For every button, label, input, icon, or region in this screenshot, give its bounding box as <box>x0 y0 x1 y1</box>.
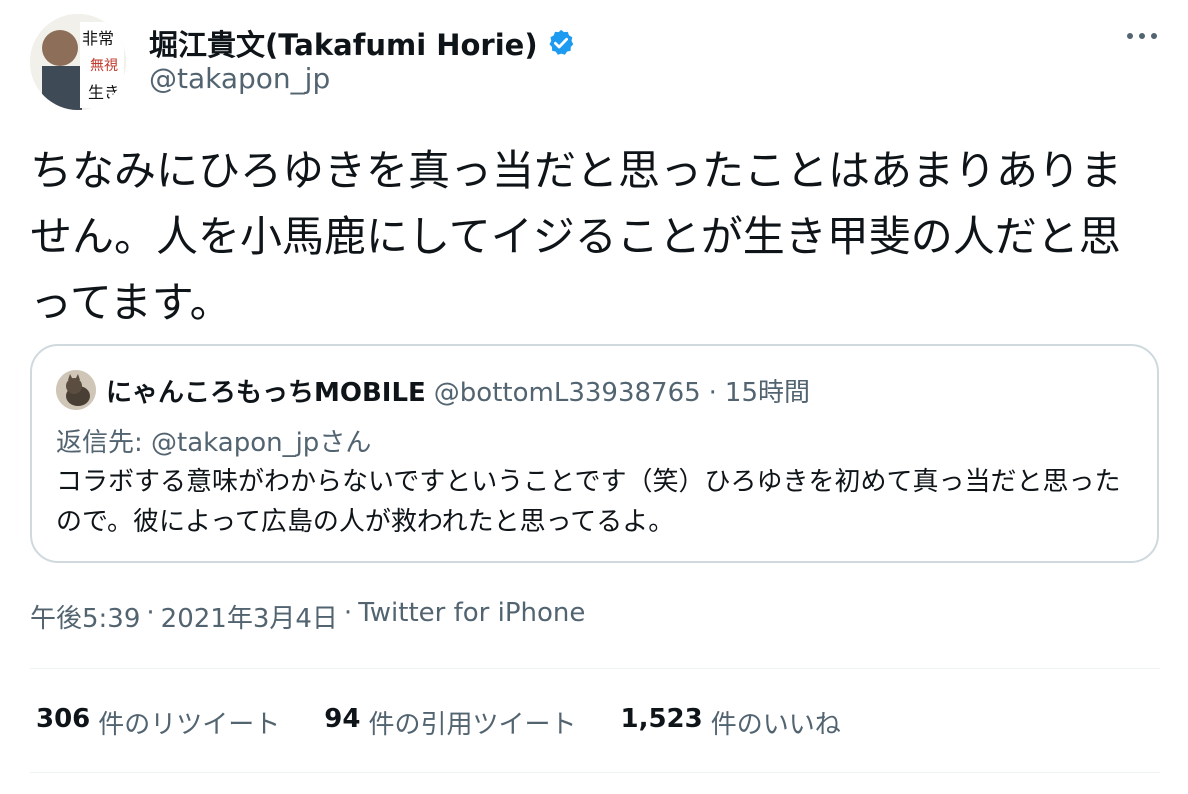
author-avatar[interactable]: 非常 無視 生き <box>30 14 126 110</box>
verified-badge-icon <box>546 28 576 58</box>
quote-header: にゃんころもっちMOBILE @bottomL33938765 · 15時間 <box>106 372 810 409</box>
quote-author-avatar <box>56 370 96 410</box>
author-handle[interactable]: @takapon_jp <box>149 62 330 95</box>
reply-prefix: 返信先: <box>56 428 152 458</box>
quotes-count: 94 <box>324 704 361 734</box>
engagement-stats: 306 件のリツイート 94 件の引用ツイート 1,523 件のいいね <box>36 704 841 741</box>
tweet-time[interactable]: 午後5:39 <box>30 598 140 635</box>
svg-text:生き: 生き <box>88 83 120 102</box>
quote-reply-to: 返信先: @takapon_jpさん <box>56 422 371 459</box>
svg-text:無視: 無視 <box>90 58 118 74</box>
tweet-text: ちなみにひろゆきを真っ当だと思ったことはあまりありません。人を小馬鹿にしてイジる… <box>30 146 1123 327</box>
tweet-source[interactable]: Twitter for iPhone <box>358 598 585 635</box>
quotes-label: 件の引用ツイート <box>368 710 577 740</box>
author-name-row: 堀江貴文(Takafumi Horie) <box>149 22 576 64</box>
more-options-button[interactable] <box>1122 20 1162 52</box>
more-horizontal-icon <box>1127 33 1157 39</box>
retweets-label: 件のリツイート <box>98 710 281 740</box>
meta-separator-1: · <box>146 598 155 628</box>
author-display-name[interactable]: 堀江貴文(Takafumi Horie) <box>149 22 538 64</box>
divider-bottom <box>30 772 1160 773</box>
quote-timestamp: 15時間 <box>724 378 811 408</box>
meta-separator-2: · <box>343 598 353 628</box>
reply-suffix: さん <box>319 428 372 458</box>
quote-author-handle: @bottomL33938765 <box>433 378 701 408</box>
tweet-date[interactable]: 2021年3月4日 <box>161 598 338 635</box>
likes-stat[interactable]: 1,523 件のいいね <box>621 704 841 741</box>
reply-handle-link[interactable]: @takapon_jp <box>151 428 319 458</box>
tweet-metadata: 午後5:39 · 2021年3月4日 · Twitter for iPhone <box>30 598 585 635</box>
likes-label: 件のいいね <box>710 710 841 740</box>
svg-text:非常: 非常 <box>82 29 114 48</box>
quote-text: コラボする意味がわからないですということです（笑）ひろゆきを初めて真っ当だと思っ… <box>56 467 1121 537</box>
likes-count: 1,523 <box>620 704 703 734</box>
quoted-tweet-card[interactable]: にゃんころもっちMOBILE @bottomL33938765 · 15時間 返… <box>30 344 1159 563</box>
quotes-stat[interactable]: 94 件の引用ツイート <box>324 704 576 741</box>
quote-author-name: にゃんころもっちMOBILE <box>106 378 426 408</box>
divider-top <box>30 668 1160 669</box>
quote-separator: · <box>708 378 717 408</box>
retweets-count: 306 <box>36 704 91 734</box>
retweets-stat[interactable]: 306 件のリツイート <box>36 704 280 741</box>
